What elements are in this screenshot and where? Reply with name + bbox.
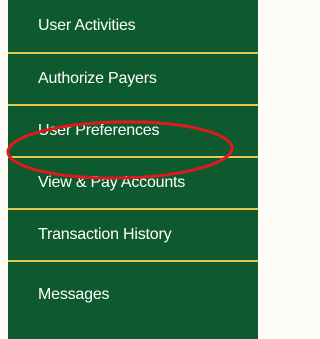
sidebar-item-user-preferences[interactable]: User Preferences: [8, 106, 258, 158]
sidebar-item-label: Messages: [38, 285, 110, 303]
sidebar-item-label: Authorize Payers: [38, 70, 157, 87]
sidebar-item-label: View & Pay Accounts: [38, 174, 186, 191]
sidebar-item-label: User Activities: [38, 17, 136, 34]
sidebar-item-messages[interactable]: Messages: [8, 262, 258, 327]
sidebar-item-transaction-history[interactable]: Transaction History: [8, 210, 258, 262]
sidebar-menu: User Activities Authorize Payers User Pr…: [8, 0, 258, 339]
sidebar-item-view-pay-accounts[interactable]: View & Pay Accounts: [8, 158, 258, 210]
sidebar-item-user-activities[interactable]: User Activities: [8, 0, 258, 54]
sidebar-item-authorize-payers[interactable]: Authorize Payers: [8, 54, 258, 106]
sidebar-item-label: User Preferences: [38, 122, 160, 139]
sidebar-item-label: Transaction History: [38, 226, 172, 243]
